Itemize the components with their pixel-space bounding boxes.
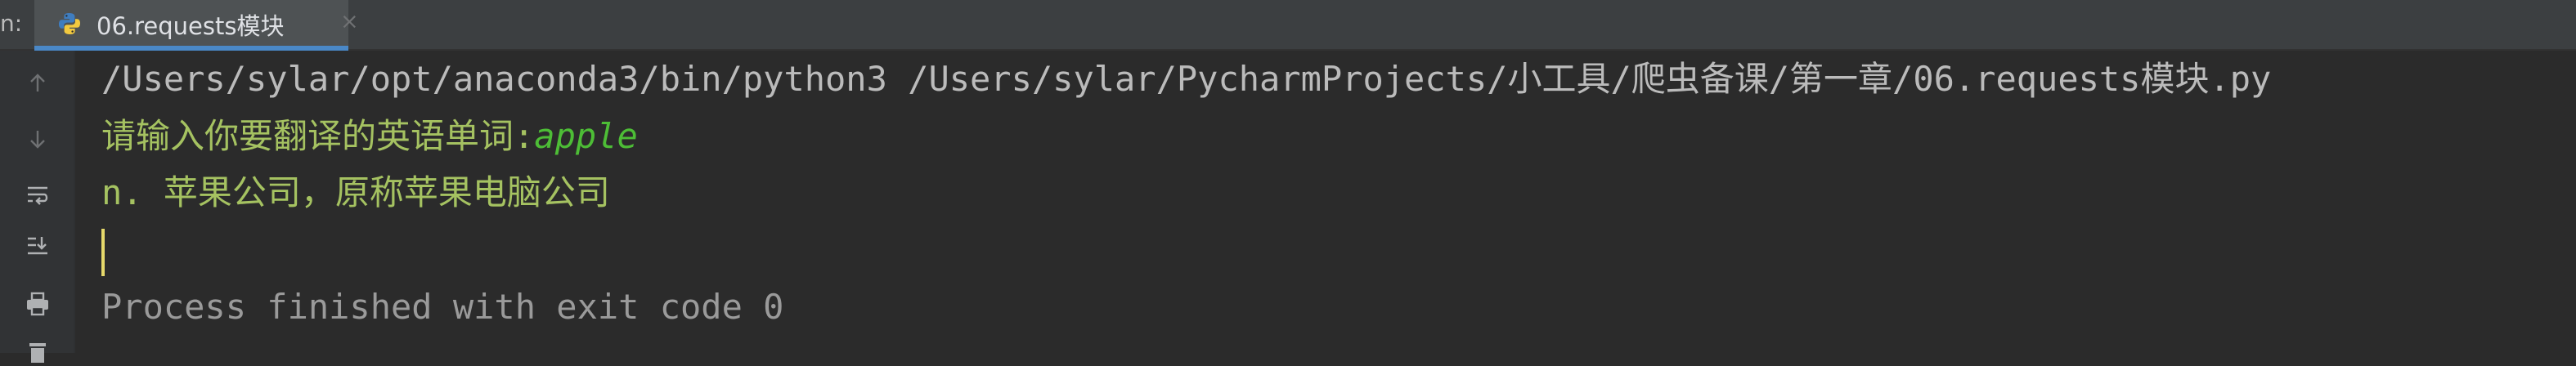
user-input: apple (534, 116, 638, 156)
input-prompt: 请输入你要翻译的英语单词: (101, 116, 535, 156)
translation-output: n. 苹果公司，原称苹果电脑公司 (101, 172, 610, 212)
text-caret (101, 229, 105, 276)
tab-bar: n: 06.requests模块 × (0, 0, 2576, 51)
python-icon (59, 13, 80, 34)
command-line: /Users/sylar/opt/anaconda3/bin/python3 /… (101, 59, 2272, 99)
console-toolbar (0, 51, 75, 363)
input-prompt-line: 请输入你要翻译的英语单词:apple (101, 115, 638, 158)
exit-message: Process finished with exit code 0 (101, 287, 784, 327)
run-tool-window: n: 06.requests模块 × /Users/sylar/opt/anac… (0, 0, 2576, 363)
tab-close-icon[interactable]: × (340, 9, 359, 34)
print-icon[interactable] (25, 291, 51, 317)
arrow-up-icon[interactable] (25, 70, 51, 96)
run-panel-label: n: (0, 10, 23, 37)
tab-06-requests[interactable]: 06.requests模块 × (34, 0, 359, 51)
soft-wrap-icon[interactable] (25, 181, 51, 208)
arrow-down-icon[interactable] (25, 126, 51, 152)
delete-icon[interactable] (25, 340, 51, 366)
console-output[interactable]: /Users/sylar/opt/anaconda3/bin/python3 /… (101, 51, 2555, 353)
tab-label: 06.requests模块 (96, 12, 285, 40)
scroll-to-end-icon[interactable] (25, 232, 51, 258)
